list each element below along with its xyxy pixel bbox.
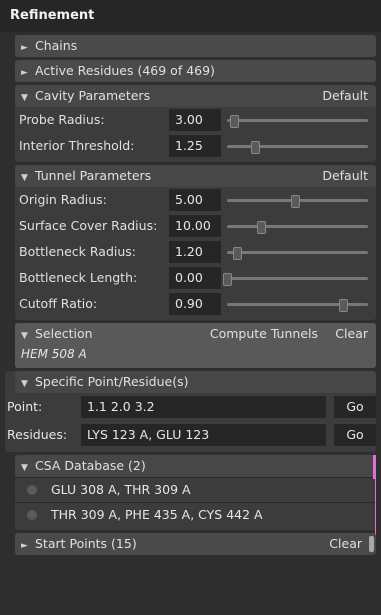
radio-icon[interactable]: [27, 510, 37, 520]
param-value-input[interactable]: 5.00: [169, 189, 221, 211]
param-row-cutoff-ratio: Cutoff Ratio: 0.90: [15, 291, 376, 317]
param-row-bottleneck-radius: Bottleneck Radius: 1.20: [15, 239, 376, 265]
start-points-clear-button[interactable]: Clear: [329, 533, 362, 555]
panel-title: Refinement: [0, 0, 381, 32]
cavity-default-button[interactable]: Default: [322, 85, 368, 107]
cavity-parameters-header[interactable]: ▼ Cavity Parameters Default: [15, 85, 376, 107]
expand-arrow-icon: ►: [21, 541, 28, 551]
radio-icon[interactable]: [27, 485, 37, 495]
point-label: Point:: [7, 399, 43, 414]
specific-point-group: ▼ Specific Point/Residue(s) Point: 1.1 2.…: [5, 371, 376, 452]
param-row-surface-cover-radius: Surface Cover Radius: 10.00: [15, 213, 376, 239]
csa-item-label: THR 309 A, PHE 435 A, CYS 442 A: [51, 507, 263, 522]
slider-thumb[interactable]: [223, 273, 232, 286]
collapse-arrow-icon: ▼: [21, 379, 28, 389]
csa-color-indicator: [373, 455, 376, 479]
param-label: Interior Threshold:: [19, 138, 135, 153]
start-points-header[interactable]: ► Start Points (15) Clear: [15, 533, 376, 555]
point-input[interactable]: 1.1 2.0 3.2: [81, 396, 326, 418]
slider-thumb[interactable]: [338, 299, 348, 312]
residues-input[interactable]: LYS 123 A, GLU 123: [81, 424, 326, 446]
param-slider[interactable]: [227, 195, 368, 208]
collapse-arrow-icon: ▼: [21, 93, 28, 103]
selection-value[interactable]: HEM 508 A: [15, 345, 376, 365]
slider-thumb[interactable]: [256, 221, 266, 234]
selection-group: ▼ Selection Compute Tunnels Clear HEM 508…: [15, 323, 376, 368]
csa-item[interactable]: THR 309 A, PHE 435 A, CYS 442 A: [15, 502, 376, 527]
sections: ► Chains ► Active Residues (469 of 469) ▼ C…: [5, 35, 376, 555]
start-points-label: Start Points (15): [35, 536, 137, 551]
collapse-arrow-icon: ▼: [21, 173, 28, 183]
param-slider[interactable]: [227, 141, 368, 154]
csa-database-header[interactable]: ▼ CSA Database (2): [15, 455, 376, 477]
tunnel-parameters-group: ▼ Tunnel Parameters Default Origin Radius…: [15, 165, 376, 320]
csa-item-label: GLU 308 A, THR 309 A: [51, 482, 191, 497]
expand-arrow-icon: ►: [21, 68, 28, 78]
csa-database-group: ▼ CSA Database (2) GLU 308 A, THR 309 A T…: [15, 455, 376, 535]
param-row-bottleneck-length: Bottleneck Length: 0.00: [15, 265, 376, 291]
expand-arrow-icon: ►: [21, 43, 28, 53]
tunnel-parameters-header[interactable]: ▼ Tunnel Parameters Default: [15, 165, 376, 187]
param-row-interior-threshold: Interior Threshold: 1.25: [15, 133, 376, 159]
point-row: Point: 1.1 2.0 3.2 Go: [5, 393, 376, 421]
param-value-input[interactable]: 3.00: [169, 109, 221, 131]
slider-thumb[interactable]: [251, 141, 261, 154]
param-label: Bottleneck Length:: [19, 270, 138, 285]
specific-label: Specific Point/Residue(s): [35, 374, 189, 389]
param-slider[interactable]: [227, 221, 368, 234]
selection-clear-button[interactable]: Clear: [335, 323, 368, 345]
param-slider[interactable]: [227, 299, 368, 312]
refinement-panel: Refinement ► Chains ► Active Residues (469…: [0, 0, 381, 615]
residues-go-button[interactable]: Go: [334, 424, 376, 446]
selection-label: Selection: [35, 326, 93, 341]
param-value-input[interactable]: 1.20: [169, 241, 221, 263]
param-label: Cutoff Ratio:: [19, 296, 98, 311]
specific-point-header[interactable]: ▼ Specific Point/Residue(s): [15, 371, 376, 393]
collapse-arrow-icon: ▼: [21, 331, 28, 341]
scrollbar-thumb[interactable]: [369, 536, 374, 552]
residues-label: Residues:: [7, 427, 68, 442]
tunnel-default-button[interactable]: Default: [322, 165, 368, 187]
csa-item[interactable]: GLU 308 A, THR 309 A: [15, 477, 376, 502]
param-row-probe-radius: Probe Radius: 3.00: [15, 107, 376, 133]
cavity-label: Cavity Parameters: [35, 88, 151, 103]
param-label: Surface Cover Radius:: [19, 218, 158, 233]
tunnel-label: Tunnel Parameters: [35, 168, 152, 183]
slider-thumb[interactable]: [290, 195, 300, 208]
selection-header[interactable]: ▼ Selection Compute Tunnels Clear: [15, 323, 376, 345]
residues-row: Residues: LYS 123 A, GLU 123 Go: [5, 421, 376, 449]
param-slider[interactable]: [227, 115, 368, 128]
param-slider[interactable]: [227, 247, 368, 260]
slider-thumb[interactable]: [230, 115, 240, 128]
param-label: Bottleneck Radius:: [19, 244, 137, 259]
chains-header[interactable]: ► Chains: [15, 35, 376, 57]
active-residues-label: Active Residues (469 of 469): [35, 63, 215, 78]
param-value-input[interactable]: 0.00: [169, 267, 221, 289]
param-value-input[interactable]: 10.00: [169, 215, 221, 237]
param-label: Origin Radius:: [19, 192, 107, 207]
active-residues-header[interactable]: ► Active Residues (469 of 469): [15, 60, 376, 82]
param-row-origin-radius: Origin Radius: 5.00: [15, 187, 376, 213]
compute-tunnels-button[interactable]: Compute Tunnels: [210, 323, 318, 345]
collapse-arrow-icon: ▼: [21, 463, 28, 473]
param-value-input[interactable]: 1.25: [169, 135, 221, 157]
param-label: Probe Radius:: [19, 112, 105, 127]
slider-thumb[interactable]: [232, 247, 242, 260]
point-go-button[interactable]: Go: [334, 396, 376, 418]
chains-label: Chains: [35, 38, 78, 53]
csa-label: CSA Database (2): [35, 458, 146, 473]
cavity-parameters-group: ▼ Cavity Parameters Default Probe Radius:…: [15, 85, 376, 162]
param-value-input[interactable]: 0.90: [169, 293, 221, 315]
csa-color-indicator-line: [375, 479, 376, 535]
param-slider[interactable]: [223, 273, 368, 286]
